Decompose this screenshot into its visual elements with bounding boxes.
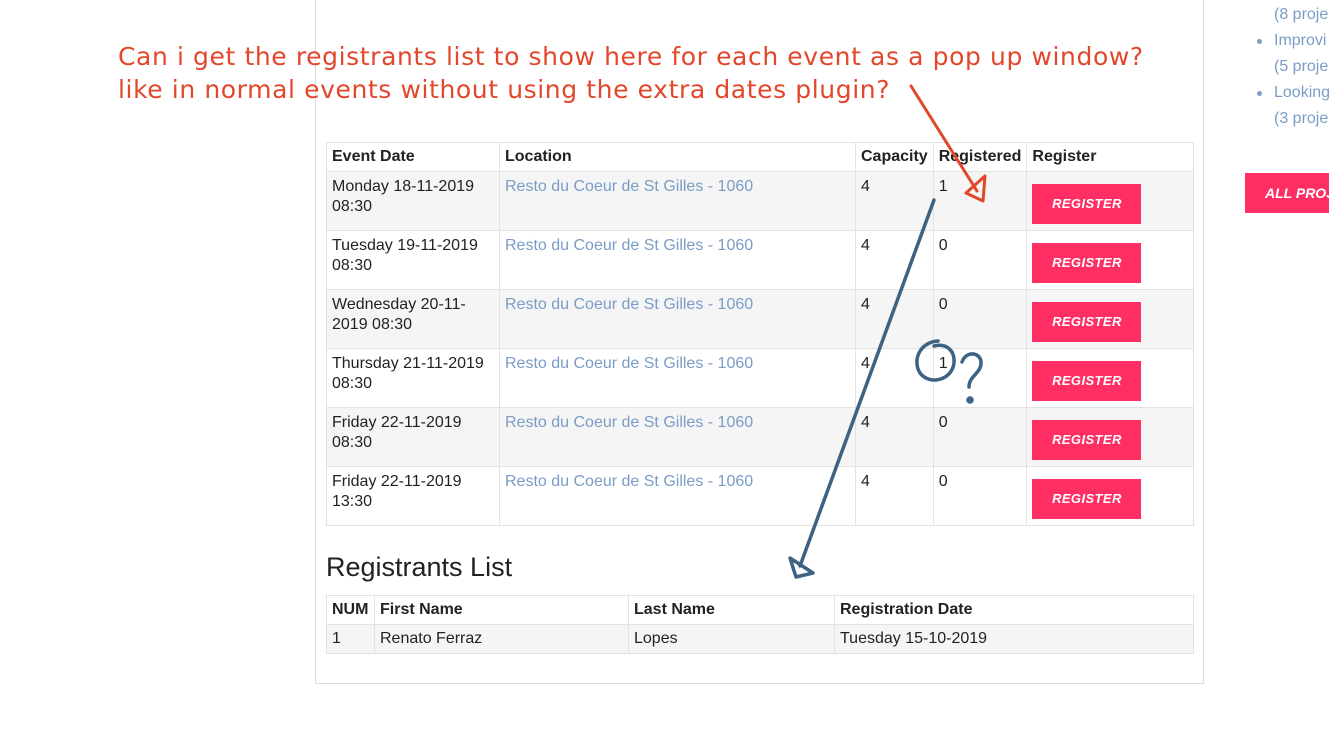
event-row: Thursday 21-11-2019 08:30 Resto du Coeur …: [326, 348, 1194, 408]
header-event-date: Event Date: [326, 142, 500, 172]
event-row: Monday 18-11-2019 08:30 Resto du Coeur de…: [326, 171, 1194, 231]
event-row: Friday 22-11-2019 13:30 Resto du Coeur de…: [326, 466, 1194, 526]
event-row: Wednesday 20-11- 2019 08:30 Resto du Coeu…: [326, 289, 1194, 349]
location-link[interactable]: Resto du Coeur de St Gilles - 1060: [505, 414, 753, 431]
event-date: Friday 22-11-2019: [332, 473, 462, 490]
location-link[interactable]: Resto du Coeur de St Gilles - 1060: [505, 237, 753, 254]
annotation-text: Can i get the registrants list to show h…: [118, 40, 1144, 106]
location-link[interactable]: Resto du Coeur de St Gilles - 1060: [505, 178, 753, 195]
event-dates-table: Event Date Location Capacity Registered …: [326, 142, 1194, 526]
registered-value: 0: [932, 289, 1028, 349]
all-projects-button[interactable]: ALL PROJ: [1245, 173, 1329, 213]
header-capacity: Capacity: [855, 142, 934, 172]
sidebar-item-link[interactable]: Looking: [1255, 80, 1329, 106]
event-row: Friday 22-11-2019 08:30 Resto du Coeur de…: [326, 407, 1194, 467]
register-button[interactable]: REGISTER: [1032, 243, 1142, 283]
registrant-first-name: Renato Ferraz: [374, 624, 629, 654]
location-link[interactable]: Resto du Coeur de St Gilles - 1060: [505, 355, 753, 372]
registrants-table: NUM First Name Last Name Registration Da…: [326, 595, 1194, 654]
event-time: 08:30: [332, 257, 373, 274]
registered-value: 1: [932, 171, 1028, 231]
registered-value: 0: [932, 466, 1028, 526]
annotation-line-2: like in normal events without using the …: [118, 75, 891, 104]
capacity-value: 4: [855, 230, 934, 290]
event-date: Monday 18-11-2019: [332, 178, 475, 195]
capacity-value: 4: [855, 466, 934, 526]
registered-value: 1: [932, 348, 1028, 408]
capacity-value: 4: [855, 348, 934, 408]
event-time: 08:30: [332, 434, 373, 451]
registrant-num: 1: [326, 624, 375, 654]
header-last-name: Last Name: [628, 595, 835, 625]
event-time: 08:30: [332, 198, 373, 215]
register-button[interactable]: REGISTER: [1032, 420, 1142, 460]
header-num: NUM: [326, 595, 375, 625]
capacity-value: 4: [855, 171, 934, 231]
annotation-line-1: Can i get the registrants list to show h…: [118, 42, 1144, 71]
sidebar-item-link[interactable]: Improvi: [1255, 28, 1329, 54]
location-link[interactable]: Resto du Coeur de St Gilles - 1060: [505, 473, 753, 490]
event-row: Tuesday 19-11-2019 08:30 Resto du Coeur d…: [326, 230, 1194, 290]
event-date: Friday 22-11-2019: [332, 414, 462, 431]
header-registration-date: Registration Date: [834, 595, 1194, 625]
registered-value: 0: [932, 407, 1028, 467]
header-first-name: First Name: [374, 595, 629, 625]
sidebar-item-count[interactable]: (8 proje: [1255, 2, 1329, 28]
capacity-value: 4: [855, 407, 934, 467]
location-link[interactable]: Resto du Coeur de St Gilles - 1060: [505, 296, 753, 313]
event-time: 08:30: [332, 375, 373, 392]
register-button[interactable]: REGISTER: [1032, 479, 1142, 519]
event-date: Thursday 21-11-2019: [332, 355, 484, 372]
register-button[interactable]: REGISTER: [1032, 302, 1142, 342]
header-location: Location: [499, 142, 856, 172]
register-button[interactable]: REGISTER: [1032, 184, 1142, 224]
registrants-list-title: Registrants List: [326, 552, 513, 582]
registrant-row: 1 Renato Ferraz Lopes Tuesday 15-10-2019: [326, 624, 1194, 654]
registered-value: 0: [932, 230, 1028, 290]
header-register: Register: [1026, 142, 1194, 172]
sidebar-project-list: (8 proje Improvi (5 proje Looking (3 pro…: [1255, 2, 1329, 132]
sidebar-item-count[interactable]: (5 proje: [1255, 54, 1329, 80]
header-registered: Registered: [932, 142, 1028, 172]
event-time: 13:30: [332, 493, 373, 510]
sidebar-item-count[interactable]: (3 proje: [1255, 106, 1329, 132]
event-date: Tuesday 19-11-2019: [332, 237, 478, 254]
event-date: Wednesday 20-11-: [332, 296, 466, 313]
event-time: 2019 08:30: [332, 316, 413, 333]
registrant-last-name: Lopes: [628, 624, 835, 654]
capacity-value: 4: [855, 289, 934, 349]
registrant-registration-date: Tuesday 15-10-2019: [834, 624, 1194, 654]
register-button[interactable]: REGISTER: [1032, 361, 1142, 401]
